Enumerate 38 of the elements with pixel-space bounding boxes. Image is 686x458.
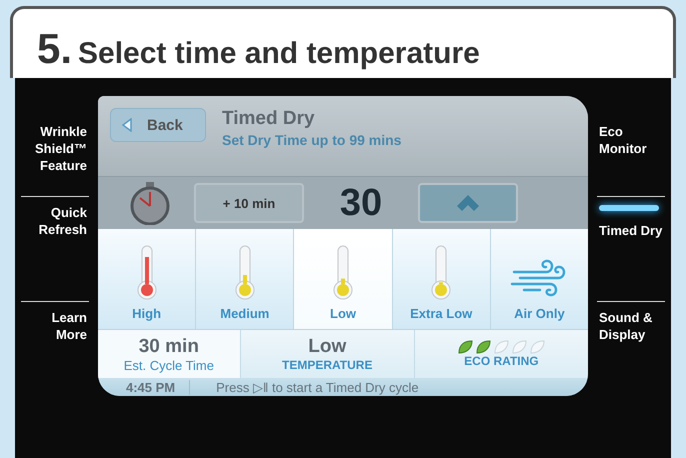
add-time-button[interactable]: + 10 min: [194, 183, 304, 223]
dry-time: 30: [338, 182, 384, 224]
leaf-icon: [475, 340, 492, 354]
temperature-option[interactable]: Extra Low: [392, 229, 491, 329]
temperature-label: TEMPERATURE: [282, 358, 372, 372]
stopwatch-icon: [128, 181, 172, 225]
cycle-time-label: Est. Cycle Time: [124, 358, 214, 372]
back-button[interactable]: Back: [110, 108, 206, 142]
up-arrow-icon: [456, 194, 480, 212]
back-icon: [121, 118, 133, 132]
step-number: 5.: [37, 25, 72, 73]
eco-rating-label: ECO RATING: [464, 354, 539, 368]
screen-title: Timed Dry: [222, 108, 316, 130]
screen-subtitle: Set Dry Time up to 99 mins: [222, 132, 402, 148]
step-title: Select time and temperature: [78, 37, 480, 71]
menu-item[interactable]: Quick Refresh: [15, 197, 95, 301]
thermometer-icon: [134, 244, 159, 300]
status-message: Press ▷‖ to start a Timed Dry cycle: [216, 380, 419, 394]
menu-item[interactable]: Eco Monitor: [591, 116, 671, 196]
thermometer-icon: [232, 244, 257, 300]
leaf-icon: [529, 340, 546, 354]
temperature-value: Low: [308, 336, 346, 358]
thermometer-icon: [429, 244, 454, 300]
temperature-option[interactable]: Air Only: [490, 229, 588, 329]
leaf-icon: [511, 340, 528, 354]
menu-item[interactable]: Learn More: [15, 302, 95, 406]
thermometer-icon: [331, 244, 355, 300]
temperature-option[interactable]: High: [98, 229, 196, 329]
menu-item[interactable]: Sound & Display: [591, 302, 671, 406]
menu-item[interactable]: Wrinkle Shield™ Feature: [15, 116, 95, 196]
increase-button[interactable]: [418, 183, 518, 223]
leaf-icon: [457, 340, 474, 354]
menu-item[interactable]: Timed Dry: [591, 197, 671, 301]
leaf-icon: [493, 340, 510, 354]
temperature-option[interactable]: Medium: [196, 229, 294, 329]
cycle-time: 30 min: [138, 336, 199, 358]
temperature-option[interactable]: Low: [294, 229, 393, 329]
clock: 4:45 PM: [126, 380, 190, 394]
